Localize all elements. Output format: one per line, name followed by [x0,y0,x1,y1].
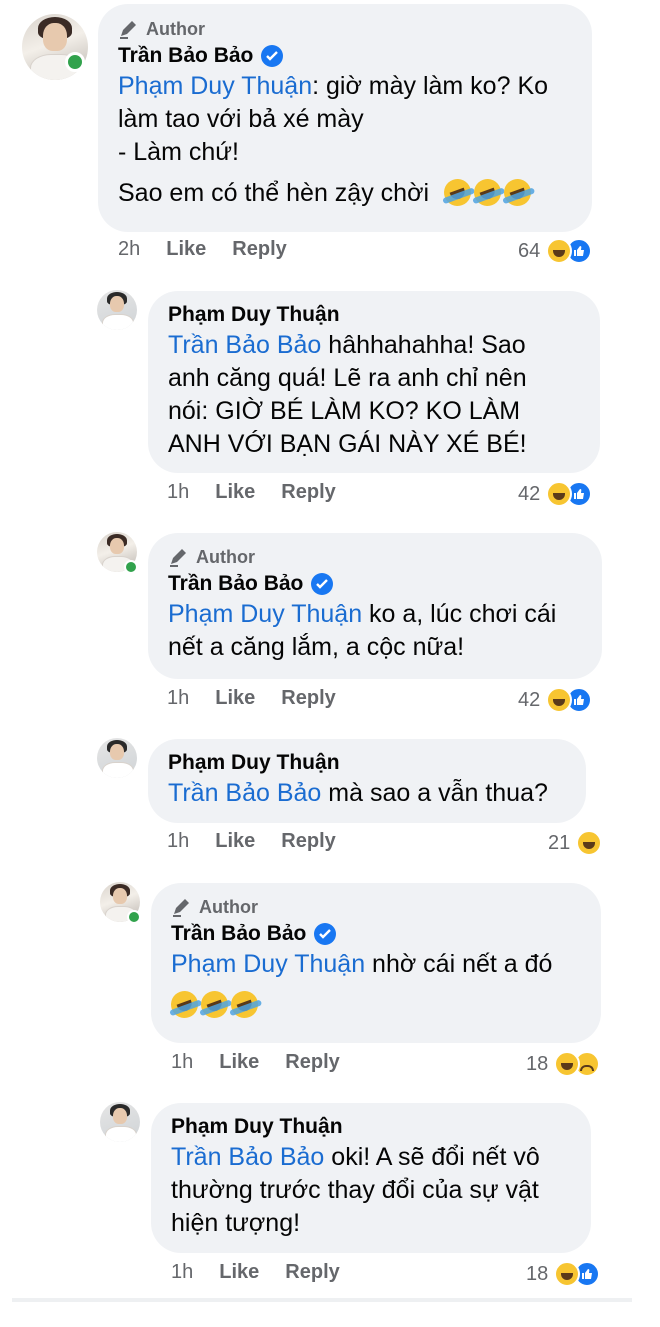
timestamp[interactable]: 2h [118,238,140,261]
mention-link[interactable]: Trần Bảo Bảo [171,1143,324,1171]
reply-button[interactable]: Reply [281,687,335,710]
timestamp[interactable]: 1h [171,1261,193,1284]
reaction-summary[interactable]: 42 [518,481,593,507]
pencil-icon [120,21,136,39]
like-button[interactable]: Like [215,687,255,710]
haha-icon [546,481,573,507]
avatar[interactable] [97,738,137,778]
bottom-divider [12,1298,632,1302]
reply-button[interactable]: Reply [281,830,335,853]
rofl-emoji-icon [440,175,475,210]
reply-button[interactable]: Reply [281,481,335,504]
commenter-name[interactable]: Phạm Duy Thuận [168,751,340,775]
verified-icon [311,573,334,595]
comment-bubble: Phạm Duy Thuận Trần Bảo Bảo oki! A sẽ đổ… [151,1103,591,1253]
reaction-summary[interactable]: 18 [526,1261,601,1287]
comment-text: Trần Bảo Bảo hâhhahahha! Sao anh căng qu… [168,331,527,458]
reaction-summary[interactable]: 21 [548,830,603,856]
comment-actions: 1h Like Reply [171,1051,366,1074]
comment-bubble: Phạm Duy Thuận Trần Bảo Bảo mà sao a vẫn… [148,739,586,823]
rofl-emoji-icon [197,987,232,1022]
verified-icon [314,923,337,945]
comment-bubble: Author Trần Bảo Bảo Phạm Duy Thuận nhờ c… [151,883,601,1043]
mention-link[interactable]: Phạm Duy Thuận [118,72,312,100]
online-indicator [124,560,138,574]
verified-icon [261,45,284,67]
like-button[interactable]: Like [219,1261,259,1284]
online-indicator [65,52,85,72]
author-badge: Author [168,546,582,568]
comment-actions: 2h Like Reply [118,238,313,261]
rofl-emoji-icon [500,175,535,210]
comment-text: Phạm Duy Thuận ko a, lúc chơi cái nết a … [168,600,557,661]
mention-link[interactable]: Phạm Duy Thuận [168,600,362,628]
reaction-summary[interactable]: 42 [518,687,593,713]
comment-text: Phạm Duy Thuận: giờ mày làm ko? Ko làm t… [118,70,572,210]
like-button[interactable]: Like [215,830,255,853]
comment-text: Trần Bảo Bảo mà sao a vẫn thua? [168,779,548,807]
reaction-count: 18 [526,1262,549,1285]
rofl-emoji-icon [227,987,262,1022]
comment-bubble: Author Trần Bảo Bảo Phạm Duy Thuận ko a,… [148,533,602,679]
like-button[interactable]: Like [166,238,206,261]
mention-link[interactable]: Trần Bảo Bảo [168,779,321,807]
reaction-count: 18 [526,1052,549,1075]
avatar[interactable] [100,1102,140,1142]
avatar[interactable] [97,290,137,330]
like-button[interactable]: Like [219,1051,259,1074]
rofl-emoji-icon [167,987,202,1022]
commenter-name[interactable]: Phạm Duy Thuận [171,1115,343,1139]
comment-text: Trần Bảo Bảo oki! A sẽ đổi nết vô thường… [171,1143,540,1237]
haha-icon [554,1261,581,1287]
commenter-name[interactable]: Trần Bảo Bảo [168,572,303,596]
reaction-count: 42 [518,482,541,505]
comment-bubble: Author Trần Bảo Bảo Phạm Duy Thuận: giờ … [98,4,592,232]
reaction-summary[interactable]: 64 [518,238,593,264]
author-badge: Author [171,896,581,918]
comment-actions: 1h Like Reply [167,830,362,853]
commenter-name[interactable]: Phạm Duy Thuận [168,303,340,327]
haha-icon [546,238,573,264]
author-badge: Author [118,18,572,40]
online-indicator [127,910,141,924]
author-badge-label: Author [146,18,205,39]
mention-link[interactable]: Trần Bảo Bảo [168,331,321,359]
reaction-count: 42 [518,688,541,711]
reply-button[interactable]: Reply [232,238,286,261]
like-button[interactable]: Like [215,481,255,504]
rofl-emoji-icon [470,175,505,210]
comment-actions: 1h Like Reply [167,687,362,710]
timestamp[interactable]: 1h [167,830,189,853]
mention-link[interactable]: Phạm Duy Thuận [171,950,365,978]
haha-icon [554,1051,581,1077]
timestamp[interactable]: 1h [167,481,189,504]
reply-button[interactable]: Reply [285,1261,339,1284]
reaction-count: 64 [518,239,541,262]
pencil-icon [173,899,189,917]
comment-actions: 1h Like Reply [171,1261,366,1284]
commenter-name[interactable]: Trần Bảo Bảo [171,922,306,946]
comment-text: Phạm Duy Thuận nhờ cái nết a đó [167,948,581,1022]
haha-icon [576,830,603,856]
pencil-icon [170,549,186,567]
reply-button[interactable]: Reply [285,1051,339,1074]
haha-icon [546,687,573,713]
timestamp[interactable]: 1h [171,1051,193,1074]
reaction-summary[interactable]: 18 [526,1051,601,1077]
reaction-count: 21 [548,831,571,854]
commenter-name[interactable]: Trần Bảo Bảo [118,44,253,68]
comment-bubble: Phạm Duy Thuận Trần Bảo Bảo hâhhahahha! … [148,291,600,473]
author-badge-label: Author [196,546,255,567]
timestamp[interactable]: 1h [167,687,189,710]
comment-actions: 1h Like Reply [167,481,362,504]
author-badge-label: Author [199,896,258,917]
